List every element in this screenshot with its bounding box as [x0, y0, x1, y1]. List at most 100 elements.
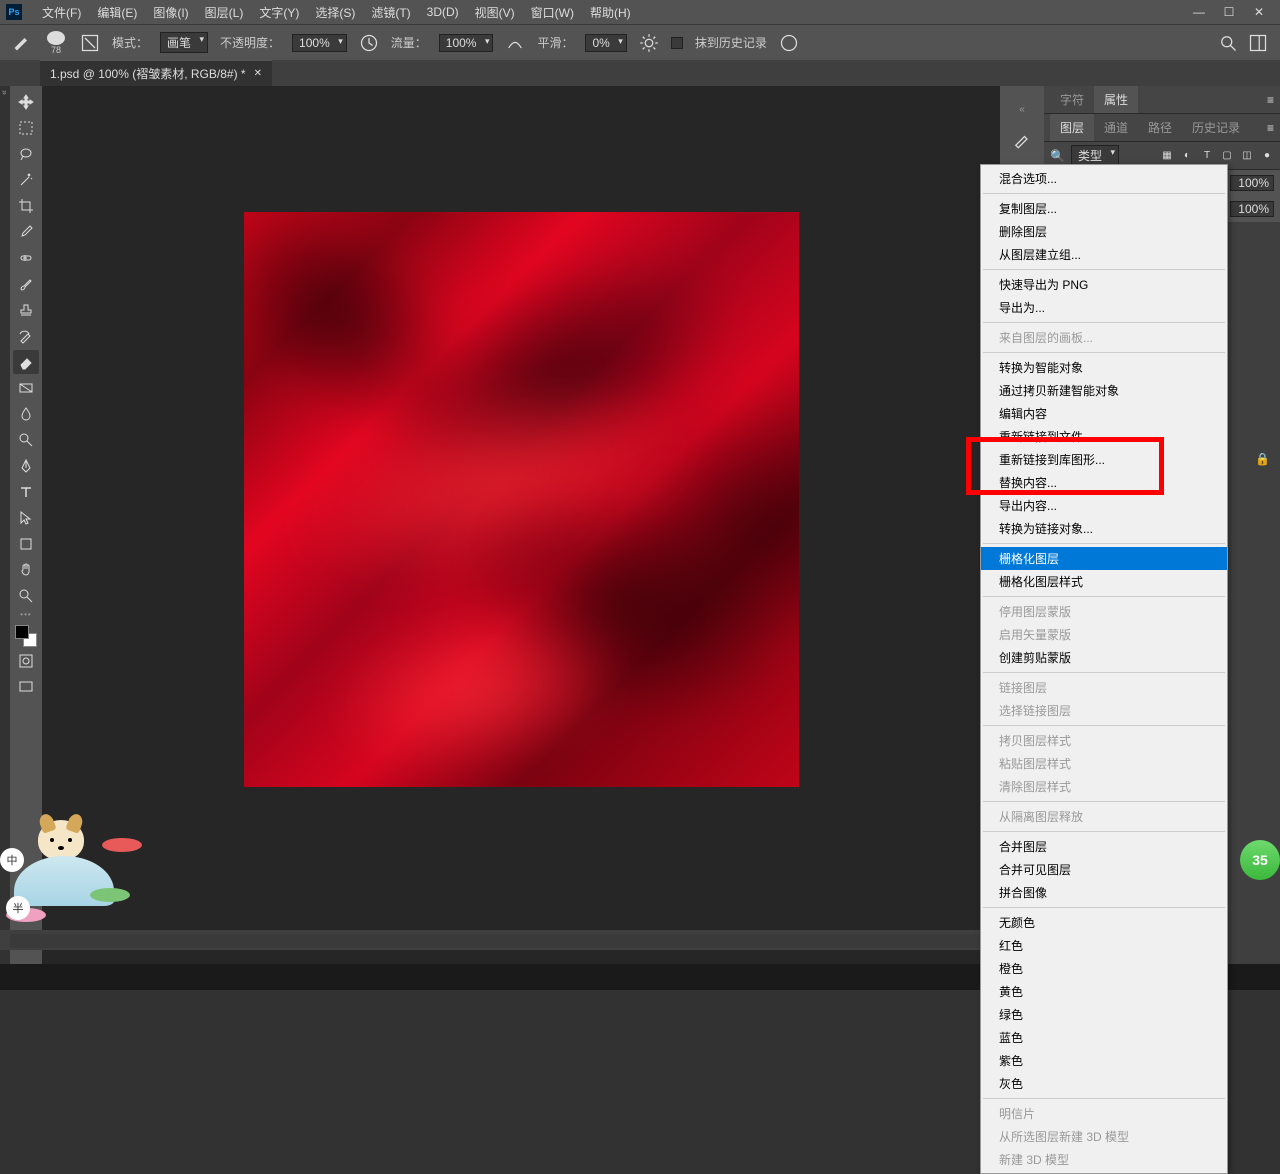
ctx-group-from-layers[interactable]: 从图层建立组... [981, 243, 1227, 266]
tab-character[interactable]: 字符 [1050, 86, 1094, 113]
brush-preview[interactable]: 78 [44, 31, 68, 55]
ctx-quick-export-png[interactable]: 快速导出为 PNG [981, 273, 1227, 296]
ctx-relink-library[interactable]: 重新链接到库图形... [981, 448, 1227, 471]
filter-smart-icon[interactable]: ◫ [1240, 149, 1254, 163]
type-tool[interactable] [13, 480, 39, 504]
tool-overflow-icon[interactable]: ••• [20, 610, 31, 619]
tab-history[interactable]: 历史记录 [1182, 114, 1250, 141]
tab-close-icon[interactable]: ✕ [254, 68, 262, 79]
tab-channels[interactable]: 通道 [1094, 114, 1138, 141]
menu-select[interactable]: 选择(S) [307, 4, 363, 21]
ctx-blue[interactable]: 蓝色 [981, 1026, 1227, 1049]
ctx-yellow[interactable]: 黄色 [981, 980, 1227, 1003]
ctx-relink-file[interactable]: 重新链接到文件... [981, 425, 1227, 448]
filter-pixel-icon[interactable]: ▦ [1160, 149, 1174, 163]
panel-menu-icon[interactable]: ≡ [1267, 93, 1274, 107]
stamp-tool[interactable] [13, 298, 39, 322]
menu-type[interactable]: 文字(Y) [251, 4, 307, 21]
zoom-tool[interactable] [13, 584, 39, 608]
canvas-area[interactable] [42, 86, 1000, 972]
ctx-convert-linked[interactable]: 转换为链接对象... [981, 517, 1227, 540]
filter-type-icon[interactable]: T [1200, 149, 1214, 163]
tab-layers[interactable]: 图层 [1050, 114, 1094, 141]
ctx-copy-layer[interactable]: 复制图层... [981, 197, 1227, 220]
notification-badge[interactable]: 35 [1240, 840, 1280, 880]
menu-layer[interactable]: 图层(L) [197, 4, 252, 21]
ctx-flatten-image[interactable]: 拼合图像 [981, 881, 1227, 904]
menu-filter[interactable]: 滤镜(T) [363, 4, 418, 21]
healing-tool[interactable] [13, 246, 39, 270]
search-icon[interactable] [1218, 33, 1238, 53]
ctx-export-contents[interactable]: 导出内容... [981, 494, 1227, 517]
blur-tool[interactable] [13, 402, 39, 426]
menu-help[interactable]: 帮助(H) [582, 4, 639, 21]
pen-tool[interactable] [13, 454, 39, 478]
gradient-tool[interactable] [13, 376, 39, 400]
crop-tool[interactable] [13, 194, 39, 218]
ctx-rasterize-layer[interactable]: 栅格化图层 [981, 547, 1227, 570]
screenmode-tool[interactable] [13, 675, 39, 699]
gear-icon[interactable] [639, 33, 659, 53]
ctx-new-smart-via-copy[interactable]: 通过拷贝新建智能对象 [981, 379, 1227, 402]
ctx-merge-visible[interactable]: 合并可见图层 [981, 858, 1227, 881]
horizontal-scrollbar[interactable] [10, 934, 1026, 948]
filter-adjust-icon[interactable]: ◐ [1180, 149, 1194, 163]
menu-window[interactable]: 窗口(W) [523, 4, 582, 21]
lock-icon[interactable]: 🔒 [1255, 452, 1270, 466]
minimize-button[interactable]: — [1190, 5, 1208, 19]
opacity-input[interactable]: 100% [1230, 175, 1274, 191]
ctx-green[interactable]: 绿色 [981, 1003, 1227, 1026]
flow-select[interactable]: 100% [439, 34, 494, 52]
ime-width-bubble[interactable]: 半 [6, 896, 30, 920]
ctx-orange[interactable]: 橙色 [981, 957, 1227, 980]
tab-paths[interactable]: 路径 [1138, 114, 1182, 141]
brush-settings-icon[interactable] [80, 33, 100, 53]
filter-shape-icon[interactable]: ▢ [1220, 149, 1234, 163]
brush-tool[interactable] [13, 272, 39, 296]
filter-type-select[interactable]: 类型 [1071, 145, 1119, 166]
magic-wand-tool[interactable] [13, 168, 39, 192]
eyedropper-tool[interactable] [13, 220, 39, 244]
ctx-merge-layers[interactable]: 合并图层 [981, 835, 1227, 858]
fill-input[interactable]: 100% [1230, 201, 1274, 217]
ctx-create-clipping-mask[interactable]: 创建剪贴蒙版 [981, 646, 1227, 669]
close-button[interactable]: ✕ [1250, 5, 1268, 19]
ctx-purple[interactable]: 紫色 [981, 1049, 1227, 1072]
mode-select[interactable]: 画笔 [160, 32, 208, 53]
ctx-edit-contents[interactable]: 编辑内容 [981, 402, 1227, 425]
history-brush-tool[interactable] [13, 324, 39, 348]
dodge-tool[interactable] [13, 428, 39, 452]
workspace-icon[interactable] [1248, 33, 1268, 53]
panel-collapse-icon[interactable]: « [1000, 104, 1044, 115]
tool-preset-icon[interactable] [12, 33, 32, 53]
erase-history-checkbox[interactable] [671, 37, 683, 49]
ime-mascot[interactable]: 中 半 [2, 820, 152, 930]
panel-menu-icon[interactable]: ≡ [1267, 121, 1274, 135]
search-icon[interactable]: 🔍 [1050, 149, 1065, 163]
move-tool[interactable] [13, 90, 39, 114]
ctx-red[interactable]: 红色 [981, 934, 1227, 957]
tab-properties[interactable]: 属性 [1094, 86, 1138, 113]
ctx-blend-options[interactable]: 混合选项... [981, 167, 1227, 190]
lasso-tool[interactable] [13, 142, 39, 166]
shape-tool[interactable] [13, 532, 39, 556]
ctx-delete-layer[interactable]: 删除图层 [981, 220, 1227, 243]
foreground-color[interactable] [15, 625, 29, 639]
opacity-select[interactable]: 100% [292, 34, 347, 52]
color-swatch[interactable] [15, 625, 37, 647]
brush-panel-icon[interactable] [1012, 129, 1032, 149]
ctx-rasterize-style[interactable]: 栅格化图层样式 [981, 570, 1227, 593]
menu-3d[interactable]: 3D(D) [419, 5, 467, 19]
ctx-export-as[interactable]: 导出为... [981, 296, 1227, 319]
maximize-button[interactable]: ☐ [1220, 5, 1238, 19]
quickmask-tool[interactable] [13, 649, 39, 673]
menu-view[interactable]: 视图(V) [467, 4, 523, 21]
airbrush-icon[interactable] [505, 33, 525, 53]
ime-mode-bubble[interactable]: 中 [0, 848, 24, 872]
document-tab[interactable]: 1.psd @ 100% (褶皱素材, RGB/8#) * ✕ [40, 60, 272, 86]
smoothing-select[interactable]: 0% [585, 34, 626, 52]
filter-toggle-icon[interactable]: ● [1260, 149, 1274, 163]
pressure-size-icon[interactable] [779, 33, 799, 53]
path-select-tool[interactable] [13, 506, 39, 530]
menu-file[interactable]: 文件(F) [34, 4, 89, 21]
